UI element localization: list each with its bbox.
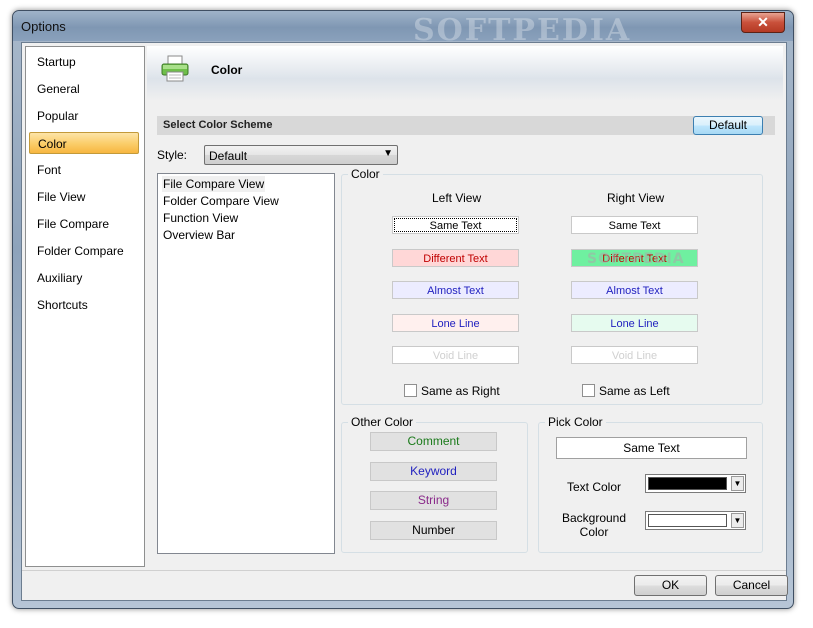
close-button[interactable]: ✕ [741,12,785,33]
chevron-down-icon[interactable]: ▼ [731,513,744,528]
number-color-button[interactable]: Number [370,520,497,540]
other-color-title: Other Color [348,415,417,429]
same-as-right-label: Same as Right [421,384,500,398]
list-item[interactable]: Function View [162,210,239,226]
close-icon: ✕ [757,14,769,30]
chevron-down-icon: ▼ [383,148,393,159]
right-view-sample-lone-line[interactable]: Lone Line [571,313,698,332]
list-item[interactable]: Overview Bar [162,227,236,243]
right-view-sample-almost-text[interactable]: Almost Text [571,281,698,299]
same-as-left-label: Same as Left [599,384,670,398]
left-view-label: Left View [432,191,482,205]
left-view-sample-same-text[interactable]: Same Text [392,216,519,234]
nav-item-font[interactable]: Font [29,159,139,181]
dialog-client: Startup General Popular Color Font File View F… [21,42,788,601]
keyword-color-button[interactable]: Keyword [370,461,497,481]
category-nav: Startup General Popular Color Font File View F… [25,46,145,567]
background-color-label: Background Color [561,511,627,539]
color-group-title: Color [348,167,383,181]
softpedia-watermark: SOFTPEDIA [587,251,685,267]
default-scheme-button[interactable]: Default [693,116,763,135]
nav-item-folder-compare[interactable]: Folder Compare [29,240,139,262]
left-view-sample-void-line[interactable]: Void Line [392,346,519,364]
style-dropdown[interactable]: Default ▼ [204,145,398,165]
checkbox-box[interactable] [404,384,417,397]
nav-item-color[interactable]: Color [29,132,139,154]
comment-color-button[interactable]: Comment [370,432,497,451]
left-view-sample-almost-text[interactable]: Almost Text [392,281,519,299]
text-color-picker[interactable]: ▼ [645,474,746,493]
view-list[interactable]: File Compare View Folder Compare View Func… [157,173,335,554]
panel-title: Color [211,63,243,77]
ok-button[interactable]: OK [634,575,707,596]
nav-item-file-view[interactable]: File View [29,186,139,208]
pick-color-group: Pick Color Same Text Text Color ▼ Backgr… [538,415,763,553]
nav-item-auxiliary[interactable]: Auxiliary [29,267,139,289]
window-title: Options [21,19,66,34]
color-scheme-bar: Select Color Scheme Default [157,116,775,135]
right-view-label: Right View [607,191,665,205]
color-scheme-label: Select Color Scheme [163,119,273,131]
cancel-button[interactable]: Cancel [715,575,788,596]
string-color-button[interactable]: String [370,491,497,510]
pick-color-sample: Same Text [556,437,747,459]
title-bar[interactable]: Options SOFTPEDIA ✕ [13,11,793,48]
nav-item-shortcuts[interactable]: Shortcuts [29,294,139,316]
background-color-picker[interactable]: ▼ [645,511,746,530]
nav-item-file-compare[interactable]: File Compare [29,213,139,235]
options-window: Options SOFTPEDIA ✕ Startup General Popula… [12,10,794,609]
list-item[interactable]: File Compare View [162,176,266,192]
color-group: Color Left View Right View Same Text Diff… [341,167,763,405]
nav-item-popular[interactable]: Popular [29,105,139,127]
footer-separator [22,570,786,571]
checkbox-box[interactable] [582,384,595,397]
settings-panel: Color Select Color Scheme Default Style:… [147,46,783,565]
chevron-down-icon[interactable]: ▼ [731,476,744,491]
left-view-sample-different-text[interactable]: Different Text [392,248,519,267]
left-view-sample-lone-line[interactable]: Lone Line [392,313,519,332]
background-color-swatch [648,514,727,527]
list-item[interactable]: Folder Compare View [162,193,280,209]
pick-color-title: Pick Color [545,415,606,429]
other-color-group: Other Color Comment Keyword String Number [341,415,528,553]
text-color-label: Text Color [567,480,622,494]
style-value: Default [209,149,248,163]
printer-icon [161,55,189,82]
right-view-sample-void-line[interactable]: Void Line [571,346,698,364]
right-view-sample-same-text[interactable]: Same Text [571,216,698,234]
nav-item-startup[interactable]: Startup [29,51,139,73]
panel-header: Color [147,46,783,101]
same-as-left-checkbox[interactable]: Same as Left [582,384,670,398]
text-color-swatch [648,477,727,490]
style-label: Style: [157,148,188,162]
nav-item-general[interactable]: General [29,78,139,100]
same-as-right-checkbox[interactable]: Same as Right [404,384,500,398]
